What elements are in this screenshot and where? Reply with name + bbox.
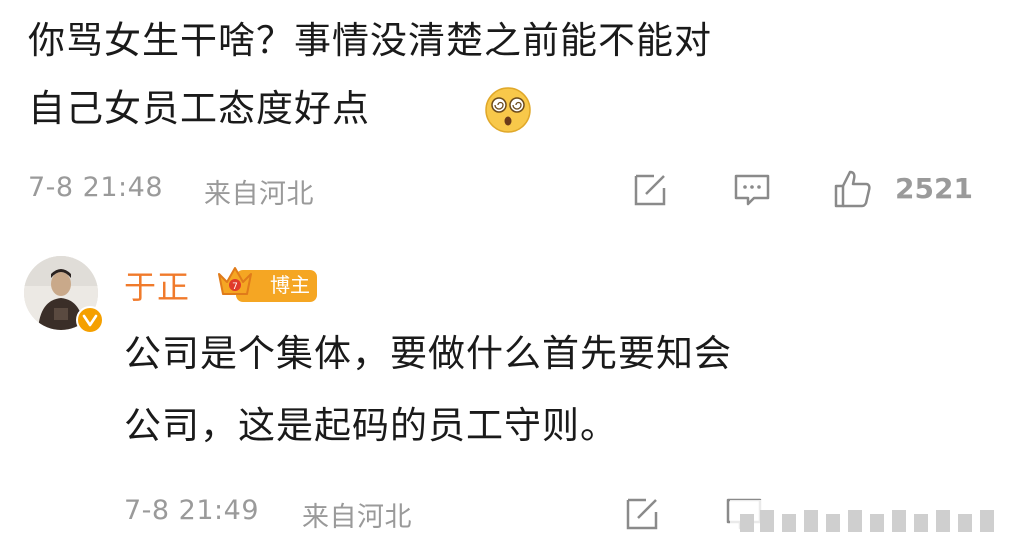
comment-text-line-2: 自己女员工态度好点	[28, 87, 370, 130]
like-count: 2521	[895, 172, 973, 205]
reply-text-line-1: 公司是个集体，要做什么首先要知会	[124, 332, 732, 375]
reply-username[interactable]: 于正	[124, 262, 190, 308]
comment-text-line-1: 你骂女生干啥？事情没清楚之前能不能对	[28, 19, 712, 62]
comment-icon[interactable]	[730, 168, 774, 212]
svg-text:7: 7	[232, 282, 238, 292]
blogger-badge-label: 博主	[270, 273, 310, 297]
comment-location: 来自河北	[204, 179, 314, 210]
crown-icon: 7	[218, 267, 252, 295]
reply-text-line-2: 公司，这是起码的员工守则。	[124, 404, 618, 447]
reply-share-icon[interactable]	[620, 492, 664, 536]
like-icon[interactable]	[830, 166, 874, 210]
comment-timestamp: 7-8 21:48	[28, 172, 163, 203]
watermark-mosaic	[740, 510, 994, 532]
reply-timestamp: 7-8 21:49	[124, 495, 259, 526]
share-icon[interactable]	[628, 168, 672, 212]
verified-badge-icon	[76, 306, 104, 334]
watermark	[730, 500, 1021, 544]
reply-location: 来自河北	[302, 502, 412, 533]
dizzy-face-icon	[485, 87, 531, 133]
